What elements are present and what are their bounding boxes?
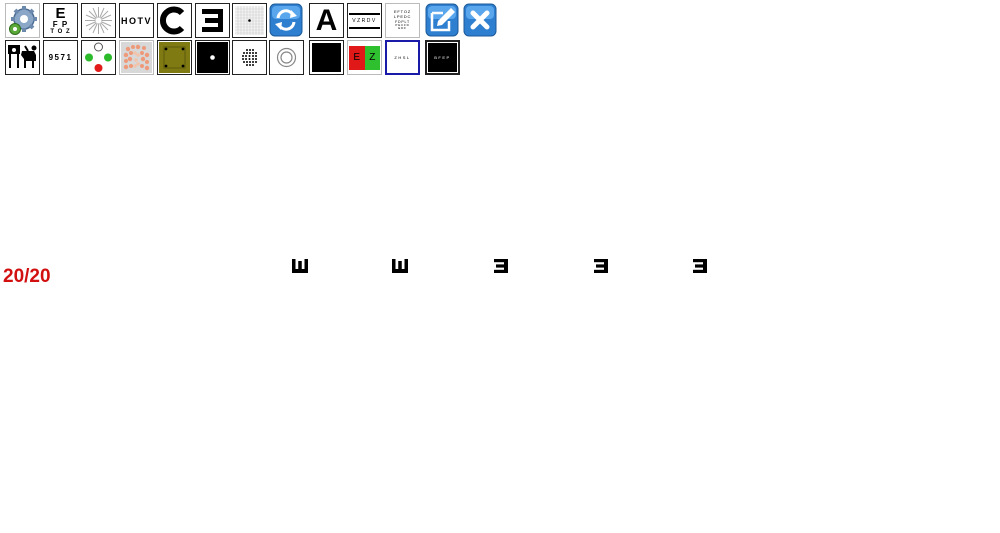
snellen-line-2: F P [52,20,69,29]
snellen-line-3: T O Z [50,29,71,35]
pediatric-pictures-icon [8,45,37,68]
fixation-dots-icon [159,42,190,73]
tumbling-e-icon [202,9,223,32]
landolt-c-icon [159,6,185,35]
letter-line-button[interactable]: VZRDV [347,3,382,38]
edit-icon [425,3,459,37]
amsler-grid-button[interactable] [232,3,267,38]
red-green-duochrome-icon: E Z [349,45,380,70]
edit-button[interactable] [425,2,459,38]
refresh-cycle-icon [269,3,303,37]
astigmatism-dial-button[interactable] [81,3,116,38]
hotv-chart-icon: HOTV [120,15,152,26]
mini-chart-line-2: LPEDC [393,14,412,20]
optotype-e-left [594,259,608,273]
target-circle-button[interactable] [269,40,304,75]
snellen-chart-button[interactable]: E F P T O Z [43,3,78,38]
small-letters-white-button[interactable]: ZHSL [385,40,420,75]
worth-four-dot-icon [85,42,112,72]
number-chart-button[interactable]: 9571 [43,40,78,75]
snellen-line-1: E [55,5,66,22]
optotype-e-up [292,259,308,273]
amsler-grid-icon [235,6,264,35]
single-letter-button[interactable]: A [309,3,344,38]
dot-pattern-icon [242,49,257,66]
duochrome-letter-green: Z [369,52,376,63]
single-letter-icon: A [315,3,338,37]
color-vision-plate-icon [121,42,152,73]
letter-line-icon: VZRDV [349,12,380,29]
worth-four-dot-button[interactable] [81,40,116,75]
optotype-e-up [392,259,408,273]
close-icon [463,3,497,37]
color-vision-plate-button[interactable] [119,40,154,75]
landolt-c-button[interactable] [157,3,192,38]
small-letters-black-text: BFEP [434,55,451,60]
small-letters-black-button[interactable]: BFEP [425,40,460,75]
small-letters-white-icon: ZHSL [394,55,411,60]
settings-button[interactable] [5,3,40,38]
target-circle-icon [276,47,297,68]
fixation-dots-button[interactable] [157,40,192,75]
duochrome-letter-red: E [353,52,361,63]
number-chart-icon: 9571 [48,53,73,62]
mini-chart-line-5: EDF [398,26,407,31]
mini-chart-icon: EFTOZ LPEDC FDPLT PECFD EDF [394,10,411,30]
dot-pattern-button[interactable] [232,40,267,75]
settings-gears-icon [9,6,37,35]
pediatric-pictures-button[interactable] [5,40,40,75]
optotype-e-left [693,259,707,273]
tumbling-e-button[interactable] [195,3,230,38]
letter-line-text: VZRDV [352,17,377,24]
red-green-duochrome-button[interactable]: E Z [347,40,382,75]
black-dot-icon [197,42,228,73]
optotype-e-left [494,259,508,273]
black-screen-icon [312,43,341,72]
acuity-label: 20/20 [3,266,51,287]
mini-chart-button[interactable]: EFTOZ LPEDC FDPLT PECFD EDF [385,3,420,38]
black-screen-button[interactable] [309,40,344,75]
close-button[interactable] [463,2,497,38]
astigmatism-dial-icon [85,7,112,34]
refresh-button[interactable] [269,2,303,38]
black-dot-button[interactable] [195,40,230,75]
snellen-chart-icon: E F P T O Z [50,6,70,35]
small-letters-black-icon: BFEP [428,43,457,72]
hotv-chart-button[interactable]: HOTV [119,3,154,38]
